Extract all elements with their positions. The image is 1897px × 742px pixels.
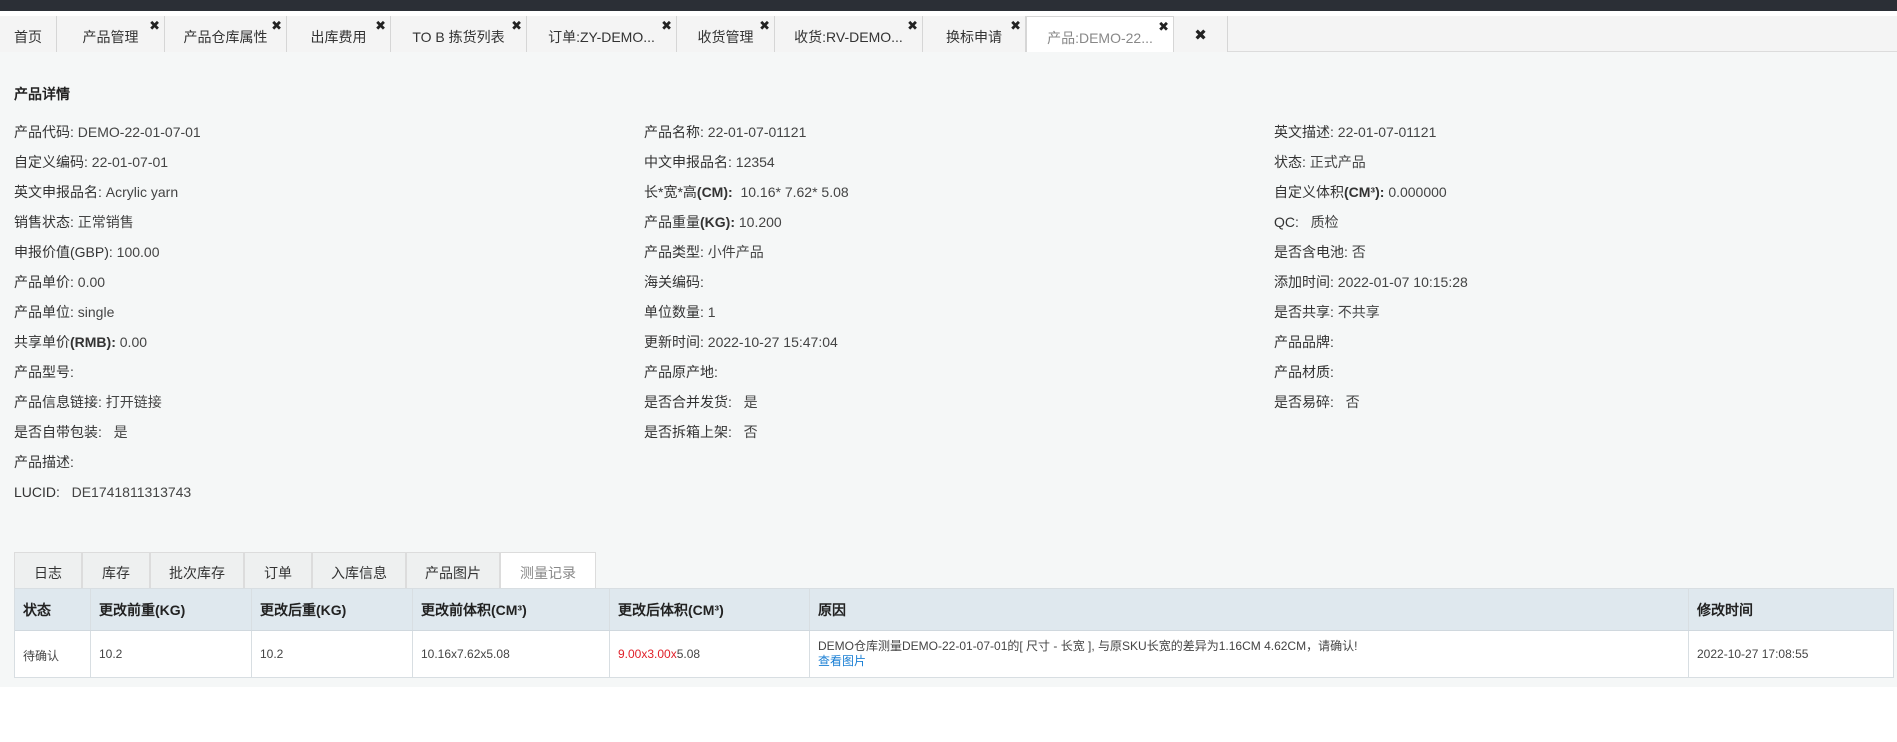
close-icon[interactable]: ✖ bbox=[759, 19, 770, 32]
field-status: 状态: 正式产品 bbox=[1274, 154, 1366, 170]
tab-label: 收货:RV-DEMO... bbox=[794, 29, 903, 45]
field-en-declare-name: 英文申报品名: Acrylic yarn bbox=[14, 184, 179, 200]
field-cn-declare-name: 中文申报品名: 12354 bbox=[644, 154, 775, 170]
field-self-packaging: 是否自带包装: 是 bbox=[14, 424, 128, 440]
cell-status: 待确认 bbox=[15, 631, 91, 677]
tab-label: 产品管理 bbox=[82, 29, 139, 45]
field-origin: 产品原产地: bbox=[644, 364, 718, 380]
close-icon[interactable]: ✖ bbox=[149, 19, 160, 32]
header-volume-after: 更改后体积(CM³) bbox=[610, 589, 810, 630]
field-material: 产品材质: bbox=[1274, 364, 1334, 380]
field-en-description: 英文描述: 22-01-07-01121 bbox=[1274, 124, 1437, 140]
field-fragile: 是否易碎: 否 bbox=[1274, 394, 1360, 410]
header-volume-before: 更改前体积(CM³) bbox=[413, 589, 610, 630]
header-status: 状态 bbox=[15, 589, 91, 630]
close-icon[interactable]: ✖ bbox=[661, 19, 672, 32]
field-add-time: 添加时间: 2022-01-07 10:15:28 bbox=[1274, 274, 1468, 290]
tab-order[interactable]: 订单:ZY-DEMO... ✖ bbox=[527, 16, 677, 52]
field-product-name: 产品名称: 22-01-07-01121 bbox=[644, 124, 807, 140]
field-qc: QC: 质检 bbox=[1274, 214, 1339, 230]
tab-product-detail[interactable]: 产品:DEMO-22... ✖ bbox=[1026, 16, 1174, 53]
tab-label: 产品:DEMO-22... bbox=[1047, 30, 1153, 46]
subtab-measurement-records[interactable]: 测量记录 bbox=[500, 552, 596, 588]
header-weight-before: 更改前重(KG) bbox=[91, 589, 252, 630]
tab-bar: 首页 产品管理 ✖ 产品仓库属性 ✖ 出库费用 ✖ TO B 拣货列表 ✖ 订单… bbox=[0, 16, 1897, 53]
changed-dimensions: 9.00x3.00x bbox=[618, 647, 677, 661]
close-icon[interactable]: ✖ bbox=[1158, 20, 1169, 33]
subtab-product-images[interactable]: 产品图片 bbox=[406, 552, 500, 588]
tab-label: 订单:ZY-DEMO... bbox=[548, 29, 655, 45]
tab-product-warehouse-attributes[interactable]: 产品仓库属性 ✖ bbox=[165, 16, 287, 52]
tab-tob-picking-list[interactable]: TO B 拣货列表 ✖ bbox=[391, 16, 527, 52]
header-weight-after: 更改后重(KG) bbox=[252, 589, 413, 630]
view-image-link[interactable]: 查看图片 bbox=[818, 654, 1680, 669]
tab-relabel-request[interactable]: 换标申请 ✖ bbox=[923, 16, 1026, 52]
table-row: 待确认 10.2 10.2 10.16x7.62x5.08 9.00x3.00x… bbox=[15, 631, 1893, 677]
header-modify-time: 修改时间 bbox=[1697, 602, 1753, 618]
field-update-time: 更新时间: 2022-10-27 15:47:04 bbox=[644, 334, 838, 350]
field-product-code: 产品代码: DEMO-22-01-07-01 bbox=[14, 124, 201, 140]
product-detail-panel: 产品详情 产品代码: DEMO-22-01-07-01 自定义编码: 22-01… bbox=[0, 52, 1897, 687]
cell-volume-after: 9.00x3.00x5.08 bbox=[610, 631, 810, 677]
field-unbox-shelving: 是否拆箱上架: 否 bbox=[644, 424, 758, 440]
cell-modify-time: 2022-10-27 17:08:55 bbox=[1697, 647, 1809, 661]
field-product-model: 产品型号: bbox=[14, 364, 74, 380]
subtab-batch-inventory[interactable]: 批次库存 bbox=[150, 552, 244, 588]
field-merge-shipping: 是否合并发货: 是 bbox=[644, 394, 758, 410]
field-hs-code: 海关编码: bbox=[644, 274, 704, 290]
subtab-inbound-info[interactable]: 入库信息 bbox=[312, 552, 406, 588]
field-custom-code: 自定义编码: 22-01-07-01 bbox=[14, 154, 169, 170]
tab-label: TO B 拣货列表 bbox=[412, 29, 505, 45]
tab-receiving[interactable]: 收货:RV-DEMO... ✖ bbox=[775, 16, 923, 52]
tab-product-management[interactable]: 产品管理 ✖ bbox=[57, 16, 165, 52]
subtab-orders[interactable]: 订单 bbox=[244, 552, 312, 588]
header-reason: 原因 bbox=[810, 589, 1689, 630]
field-battery: 是否含电池: 否 bbox=[1274, 244, 1366, 260]
tab-receiving-management[interactable]: 收货管理 ✖ bbox=[677, 16, 775, 52]
close-icon[interactable]: ✖ bbox=[1010, 19, 1021, 32]
field-product-unit: 产品单位: single bbox=[14, 304, 115, 320]
field-product-weight: 产品重量(KG): 10.200 bbox=[644, 214, 782, 230]
close-icon[interactable]: ✖ bbox=[375, 19, 386, 32]
field-dimensions: 长*宽*高(CM): 10.16* 7.62* 5.08 bbox=[644, 184, 849, 200]
table-header: 状态 更改前重(KG) 更改后重(KG) 更改前体积(CM³) 更改后体积(CM… bbox=[15, 589, 1893, 631]
top-bar bbox=[0, 0, 1897, 11]
close-icon: ✖ bbox=[1194, 27, 1207, 44]
section-title: 产品详情 bbox=[14, 86, 70, 102]
cell-reason: DEMO仓库测量DEMO-22-01-07-01的[ 尺寸 - 长宽 ], 与原… bbox=[810, 631, 1689, 677]
subtab-log[interactable]: 日志 bbox=[14, 552, 82, 588]
field-custom-volume: 自定义体积(CM³): 0.000000 bbox=[1274, 184, 1447, 200]
reason-text: DEMO仓库测量DEMO-22-01-07-01的[ 尺寸 - 长宽 ], 与原… bbox=[818, 639, 1358, 653]
cell-volume-before: 10.16x7.62x5.08 bbox=[413, 631, 610, 677]
tab-home[interactable]: 首页 bbox=[0, 16, 57, 52]
cell-weight-before: 10.2 bbox=[91, 631, 252, 677]
field-declared-value: 申报价值(GBP): 100.00 bbox=[14, 244, 160, 260]
close-all-tabs-button[interactable]: ✖ bbox=[1174, 16, 1228, 52]
field-brand: 产品品牌: bbox=[1274, 334, 1334, 350]
tab-label: 首页 bbox=[14, 29, 42, 45]
close-icon[interactable]: ✖ bbox=[271, 19, 282, 32]
field-unit-quantity: 单位数量: 1 bbox=[644, 304, 716, 320]
open-link[interactable]: 打开链接 bbox=[106, 394, 162, 410]
field-unit-price: 产品单价: 0.00 bbox=[14, 274, 106, 290]
field-lucid: LUCID: DE1741811313743 bbox=[14, 484, 192, 500]
field-shared-price: 共享单价(RMB): 0.00 bbox=[14, 334, 148, 350]
field-product-description: 产品描述: bbox=[14, 454, 74, 470]
tab-outbound-fees[interactable]: 出库费用 ✖ bbox=[287, 16, 391, 52]
tab-label: 产品仓库属性 bbox=[183, 29, 268, 45]
close-icon[interactable]: ✖ bbox=[907, 19, 918, 32]
subtab-inventory[interactable]: 库存 bbox=[82, 552, 150, 588]
cell-weight-after: 10.2 bbox=[252, 631, 413, 677]
measurement-records-table: 状态 更改前重(KG) 更改后重(KG) 更改前体积(CM³) 更改后体积(CM… bbox=[14, 588, 1894, 678]
unchanged-dimension: 5.08 bbox=[676, 647, 701, 661]
field-shared: 是否共享: 不共享 bbox=[1274, 304, 1380, 320]
field-product-type: 产品类型: 小件产品 bbox=[644, 244, 764, 260]
field-sales-status: 销售状态: 正常销售 bbox=[14, 214, 134, 230]
field-product-info-link: 产品信息链接: 打开链接 bbox=[14, 394, 162, 410]
close-icon[interactable]: ✖ bbox=[511, 19, 522, 32]
